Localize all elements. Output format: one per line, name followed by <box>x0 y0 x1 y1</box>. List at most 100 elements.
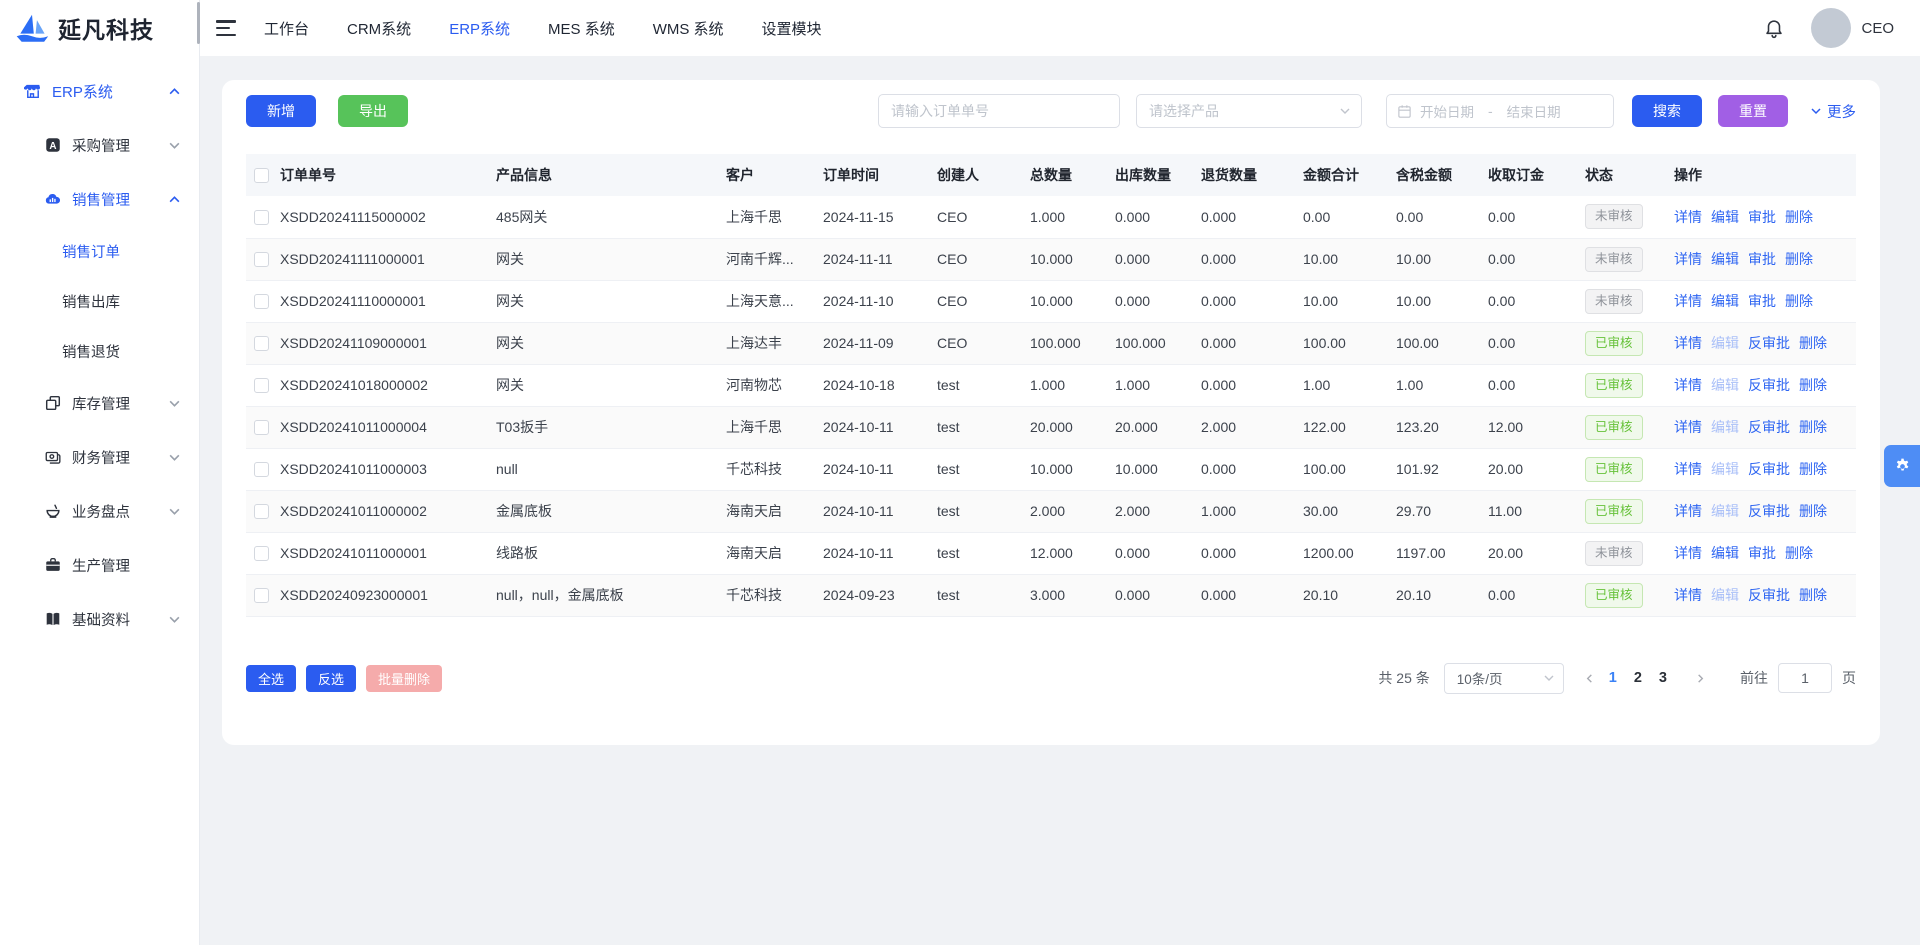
action-detail[interactable]: 详情 <box>1674 293 1702 309</box>
row-checkbox[interactable] <box>254 504 269 519</box>
action-unapprove[interactable]: 反审批 <box>1748 377 1790 393</box>
action-detail[interactable]: 详情 <box>1674 503 1702 519</box>
sidebar-item-erp[interactable]: ERP系统 <box>0 64 199 118</box>
row-checkbox[interactable] <box>254 294 269 309</box>
select-all-button[interactable]: 全选 <box>246 665 296 692</box>
avatar[interactable] <box>1811 8 1851 48</box>
prev-page-button[interactable] <box>1578 673 1601 684</box>
action-detail[interactable]: 详情 <box>1674 251 1702 267</box>
action-delete[interactable]: 删除 <box>1785 251 1813 267</box>
action-unapprove[interactable]: 反审批 <box>1748 419 1790 435</box>
action-detail[interactable]: 详情 <box>1674 587 1702 603</box>
action-detail[interactable]: 详情 <box>1674 335 1702 351</box>
export-button[interactable]: 导出 <box>338 95 408 127</box>
row-checkbox[interactable] <box>254 378 269 393</box>
page-size-select[interactable]: 10条/页 <box>1444 663 1564 694</box>
settings-gear-button[interactable] <box>1884 445 1920 487</box>
sidebar-item-sales[interactable]: 销售管理 <box>0 172 199 226</box>
action-delete[interactable]: 删除 <box>1799 503 1827 519</box>
nav-item-workbench[interactable]: 工作台 <box>264 18 309 39</box>
action-delete[interactable]: 删除 <box>1799 461 1827 477</box>
sidebar-item-production[interactable]: 生产管理 <box>0 538 199 592</box>
sidebar-scrollbar[interactable] <box>197 2 200 44</box>
action-unapprove[interactable]: 反审批 <box>1748 461 1790 477</box>
action-delete[interactable]: 删除 <box>1785 209 1813 225</box>
page-button-2[interactable]: 2 <box>1634 670 1642 686</box>
action-detail[interactable]: 详情 <box>1674 461 1702 477</box>
select-all-checkbox[interactable] <box>254 168 269 183</box>
sidebar-item-label: 基础资料 <box>72 609 130 630</box>
row-checkbox[interactable] <box>254 336 269 351</box>
action-edit[interactable]: 编辑 <box>1711 209 1739 225</box>
row-checkbox[interactable] <box>254 210 269 225</box>
next-page-button[interactable] <box>1689 673 1712 684</box>
date-range-picker[interactable]: 开始日期 - 结束日期 <box>1386 94 1614 128</box>
row-checkbox[interactable] <box>254 420 269 435</box>
nav-item-mes[interactable]: MES 系统 <box>548 18 615 39</box>
page-button-3[interactable]: 3 <box>1659 670 1667 686</box>
notification-bell-icon[interactable] <box>1763 17 1785 39</box>
action-delete[interactable]: 删除 <box>1799 377 1827 393</box>
cell-deposit: 0.00 <box>1488 238 1585 280</box>
goto-page-input[interactable] <box>1778 663 1832 693</box>
row-checkbox[interactable] <box>254 546 269 561</box>
cell-amount: 0.00 <box>1303 196 1396 238</box>
nav-item-erp[interactable]: ERP系统 <box>449 18 510 39</box>
cell-out-qty: 10.000 <box>1115 448 1201 490</box>
sidebar-item-stocktake[interactable]: 业务盘点 <box>0 484 199 538</box>
action-unapprove[interactable]: 反审批 <box>1748 503 1790 519</box>
cell-return-qty: 0.000 <box>1201 238 1303 280</box>
invert-selection-button[interactable]: 反选 <box>306 665 356 692</box>
nav-item-settings[interactable]: 设置模块 <box>762 18 822 39</box>
page-button-1[interactable]: 1 <box>1609 670 1617 686</box>
action-edit[interactable]: 编辑 <box>1711 545 1739 561</box>
cell-tax-amount: 123.20 <box>1396 406 1488 448</box>
reset-button[interactable]: 重置 <box>1718 95 1788 127</box>
action-edit[interactable]: 编辑 <box>1711 251 1739 267</box>
action-approve[interactable]: 审批 <box>1748 293 1776 309</box>
cell-total-qty: 10.000 <box>1030 280 1115 322</box>
menu-collapse-icon[interactable] <box>216 20 236 36</box>
nav-item-wms[interactable]: WMS 系统 <box>653 18 724 39</box>
search-button[interactable]: 搜索 <box>1632 95 1702 127</box>
column-header: 订单单号 <box>280 154 496 196</box>
sidebar-item-basedata[interactable]: 基础资料 <box>0 592 199 646</box>
action-approve[interactable]: 审批 <box>1748 545 1776 561</box>
action-delete[interactable]: 删除 <box>1785 545 1813 561</box>
add-button[interactable]: 新增 <box>246 95 316 127</box>
sidebar-item-finance[interactable]: 财务管理 <box>0 430 199 484</box>
action-detail[interactable]: 详情 <box>1674 545 1702 561</box>
chevron-down-icon <box>1810 105 1822 117</box>
action-delete[interactable]: 删除 <box>1799 335 1827 351</box>
action-detail[interactable]: 详情 <box>1674 377 1702 393</box>
row-checkbox[interactable] <box>254 588 269 603</box>
action-unapprove[interactable]: 反审批 <box>1748 335 1790 351</box>
sidebar-subitem-sales-outbound[interactable]: 销售出库 <box>0 276 199 326</box>
action-delete[interactable]: 删除 <box>1785 293 1813 309</box>
sidebar-subitem-sales-return[interactable]: 销售退货 <box>0 326 199 376</box>
cell-total-qty: 1.000 <box>1030 364 1115 406</box>
order-no-input[interactable] <box>878 94 1120 128</box>
cell-product: null，null，金属底板 <box>496 574 726 616</box>
action-unapprove[interactable]: 反审批 <box>1748 587 1790 603</box>
action-edit[interactable]: 编辑 <box>1711 293 1739 309</box>
more-toggle[interactable]: 更多 <box>1810 101 1856 122</box>
sidebar-item-inventory[interactable]: 库存管理 <box>0 376 199 430</box>
nav-item-crm[interactable]: CRM系统 <box>347 18 411 39</box>
action-detail[interactable]: 详情 <box>1674 209 1702 225</box>
action-delete[interactable]: 删除 <box>1799 419 1827 435</box>
cell-deposit: 20.00 <box>1488 532 1585 574</box>
row-checkbox[interactable] <box>254 462 269 477</box>
sidebar-item-purchase[interactable]: A采购管理 <box>0 118 199 172</box>
user-label[interactable]: CEO <box>1861 20 1894 37</box>
product-select[interactable]: 请选择产品 <box>1136 94 1362 128</box>
table-row: XSDD20240923000001null，null，金属底板千芯科技2024… <box>246 574 1856 616</box>
row-checkbox[interactable] <box>254 252 269 267</box>
action-approve[interactable]: 审批 <box>1748 251 1776 267</box>
action-detail[interactable]: 详情 <box>1674 419 1702 435</box>
action-approve[interactable]: 审批 <box>1748 209 1776 225</box>
sidebar-subitem-sales-order[interactable]: 销售订单 <box>0 226 199 276</box>
cell-customer: 上海千思 <box>726 196 823 238</box>
cell-out-qty: 0.000 <box>1115 280 1201 322</box>
action-delete[interactable]: 删除 <box>1799 587 1827 603</box>
